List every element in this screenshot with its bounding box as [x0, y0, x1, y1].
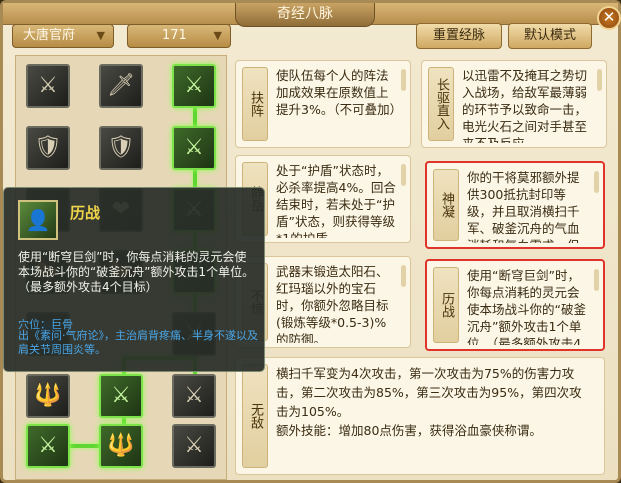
- card-scrollbar[interactable]: [594, 269, 599, 291]
- meridian-card-selected[interactable]: 神凝 你的干将莫邪额外提供300抵抗封印等级，并且取消横扫千军、破釜沉舟的气血消…: [425, 161, 605, 249]
- default-mode-button[interactable]: 默认模式: [508, 23, 592, 49]
- skill-icon: 👤: [18, 200, 58, 240]
- card-scrollbar[interactable]: [597, 69, 602, 91]
- level-dropdown-value: 171: [162, 28, 187, 43]
- meridian-card[interactable]: 长驱直入 以迅雷不及掩耳之势切入战场，给敌军最薄弱的环节予以致命一击，电光火石之…: [421, 60, 607, 148]
- card-text: 以迅雷不及掩耳之势切入战场，给敌军最薄弱的环节予以致命一击，电光火石之间对手甚至…: [462, 68, 588, 143]
- card-text: 处于“护盾”状态时，必杀率提高4%。回合结束时，若未处于“护盾”状态，则获得等级…: [276, 163, 396, 238]
- meridian-slot-active[interactable]: 🔱: [99, 424, 143, 468]
- card-tag: 无敌: [242, 364, 268, 468]
- card-text: 使用“断穹巨剑”时，你每点消耗的灵元会使本场战斗你的“破釜沉舟”额外攻击1个单位…: [467, 268, 586, 345]
- tooltip-skill-name: 历战: [70, 204, 101, 222]
- card-text: 使队伍每个人的阵法加成效果在原数值上提升3%。（不可叠加）: [276, 68, 396, 117]
- card-tag: 长驱直入: [428, 67, 454, 141]
- meridian-slot-active[interactable]: ⚔: [26, 424, 70, 468]
- meridian-card-ultimate[interactable]: 无敌 横扫千军变为4次攻击，第一次攻击为75%的伤害力攻击，第二次攻击为85%，…: [235, 357, 605, 475]
- meridian-slot[interactable]: ⚔: [172, 424, 216, 468]
- meridian-card-selected[interactable]: 历战 使用“断穹巨剑”时，你每点消耗的灵元会使本场战斗你的“破釜沉舟”额外攻击1…: [425, 259, 605, 351]
- sect-dropdown-value: 大唐官府: [23, 28, 76, 43]
- card-text: 横扫千军变为4次攻击，第一次攻击为75%的伤害力攻击，第二次攻击为85%，第三次…: [276, 366, 582, 438]
- card-scrollbar[interactable]: [594, 171, 599, 193]
- chevron-down-icon: ▼: [96, 29, 105, 42]
- card-scrollbar[interactable]: [401, 164, 406, 186]
- sect-dropdown[interactable]: 大唐官府 ▼: [12, 24, 114, 48]
- card-scrollbar[interactable]: [401, 265, 406, 287]
- meridian-card[interactable]: 扶阵 使队伍每个人的阵法加成效果在原数值上提升3%。（不可叠加）: [235, 60, 411, 148]
- meridian-slot-active[interactable]: ⚔: [99, 374, 143, 418]
- meridian-slot[interactable]: ⚔: [26, 64, 70, 108]
- chevron-down-icon: ▼: [213, 29, 222, 42]
- meridian-window: 奇经八脉 ✕ 大唐官府 ▼ 171 ▼ 重置经脉 默认模式 ⚔ 🗡 ⚔ 🛡 🛡 …: [0, 0, 621, 483]
- meridian-slot[interactable]: 🗡: [99, 64, 143, 108]
- card-tag: 扶阵: [242, 67, 268, 141]
- tooltip-description: 使用“断穹巨剑”时，你每点消耗的灵元会使本场战斗你的“破釜沉舟”额外攻击1个单位…: [18, 250, 255, 294]
- meridian-slot[interactable]: 🔱: [26, 374, 70, 418]
- close-button[interactable]: ✕: [597, 6, 621, 30]
- card-scrollbar[interactable]: [401, 69, 406, 91]
- meridian-slot-active[interactable]: ⚔: [172, 64, 216, 108]
- card-text: 武器末锻造太阳石、红玛瑙以外的宝石时，你额外忽略目标(锻炼等级*0.5-3)%的…: [276, 264, 389, 343]
- card-text: 你的干将莫邪额外提供300抵抗封印等级，并且取消横扫千军、破釜沉舟的气血消耗和气…: [467, 170, 580, 243]
- card-tag: 历战: [433, 267, 459, 343]
- card-tag: 神凝: [433, 169, 459, 241]
- meridian-slot[interactable]: ⚔: [172, 374, 216, 418]
- meridian-slot-active[interactable]: ⚔: [172, 126, 216, 170]
- tooltip-acupoint-text: 出《素问·气府论》，主治肩背疼痛、半身不遂以及肩关节周围炎等。: [18, 329, 258, 356]
- reset-meridian-button[interactable]: 重置经脉: [416, 23, 502, 49]
- meridian-slot[interactable]: 🛡: [99, 126, 143, 170]
- window-title: 奇经八脉: [235, 3, 375, 27]
- meridian-slot[interactable]: 🛡: [26, 126, 70, 170]
- level-dropdown[interactable]: 171 ▼: [127, 24, 231, 48]
- skill-tooltip: 👤 历战 使用“断穹巨剑”时，你每点消耗的灵元会使本场战斗你的“破釜沉舟”额外攻…: [3, 187, 265, 372]
